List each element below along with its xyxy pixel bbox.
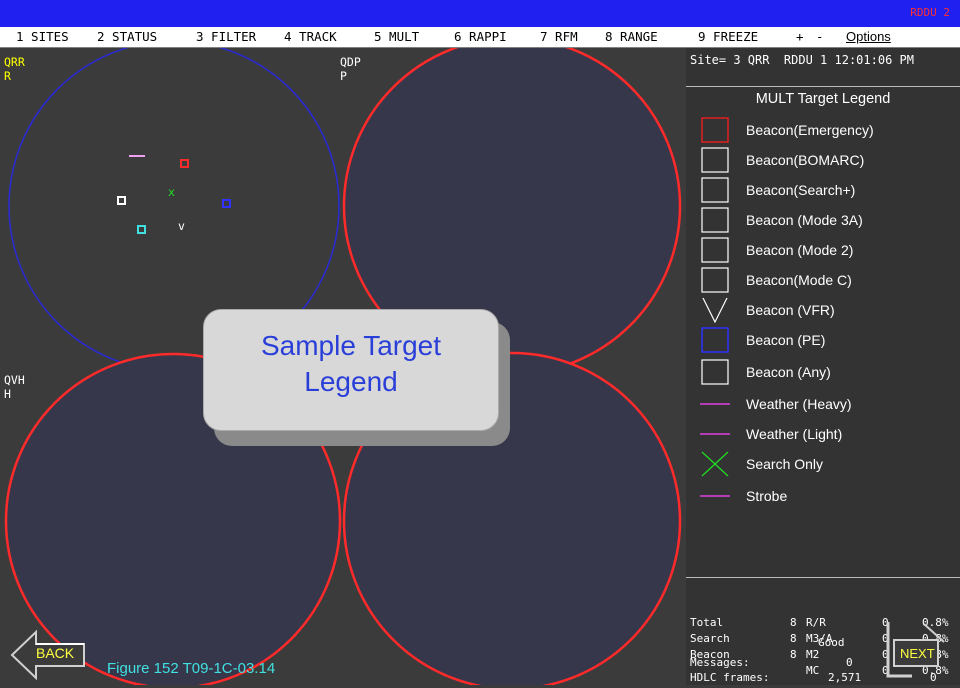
legend-item: Beacon (Any) bbox=[700, 359, 950, 387]
mode-2-symbol-icon bbox=[701, 237, 729, 263]
site-sub-qdp: P bbox=[340, 69, 347, 83]
site-label-qdp[interactable]: QDP bbox=[340, 56, 361, 69]
vfr-symbol-icon bbox=[702, 297, 728, 323]
stat-mode-mc: MC bbox=[806, 664, 820, 677]
weather-light-symbol-icon bbox=[700, 433, 730, 435]
site-label-qvh[interactable]: QVH bbox=[4, 374, 25, 387]
figure-caption: Figure 152 T09-1C-03.14 bbox=[107, 660, 276, 677]
legend-item: Search Only bbox=[700, 451, 950, 479]
site-status-line: Site= 3 QRR RDDU 1 12:01:06 PM bbox=[690, 53, 914, 67]
menu-range[interactable]: 8 RANGE bbox=[605, 29, 658, 44]
stat-label-total: Total bbox=[690, 616, 724, 629]
search-only-symbol-icon bbox=[701, 451, 729, 477]
vfr-target: v bbox=[178, 219, 185, 233]
legend-item: Weather (Heavy) bbox=[700, 391, 950, 419]
legend-label: Weather (Light) bbox=[746, 426, 843, 442]
search-only-target: x bbox=[168, 185, 175, 199]
callout-line-1: Sample Target bbox=[260, 330, 442, 361]
legend-item: Beacon (PE) bbox=[700, 327, 950, 355]
legend-item: Beacon(Search+) bbox=[700, 177, 950, 205]
legend-item: Beacon(Mode C) bbox=[700, 267, 950, 295]
hdlc-value: 2,571 bbox=[828, 671, 862, 684]
target-legend: MULT Target Legend Beacon(Emergency) Bea… bbox=[686, 87, 960, 578]
rddu-indicator: RDDU 2 bbox=[910, 6, 950, 19]
menu-filter[interactable]: 3 FILTER bbox=[196, 29, 256, 44]
emergency-symbol-icon bbox=[701, 117, 729, 143]
menu-options[interactable]: Options bbox=[846, 29, 891, 44]
legend-label: Beacon (Any) bbox=[746, 364, 831, 380]
pe-symbol-icon bbox=[701, 327, 729, 353]
stat-mode-m2: M2 bbox=[806, 648, 820, 661]
legend-label: Beacon (VFR) bbox=[746, 302, 835, 318]
legend-label: Beacon(Search+) bbox=[746, 182, 856, 198]
menu-options-label: Options bbox=[846, 29, 891, 44]
legend-item: Beacon (Mode 3A) bbox=[700, 207, 950, 235]
next-label: NEXT bbox=[900, 646, 935, 661]
legend-item: Beacon(BOMARC) bbox=[700, 147, 950, 175]
legend-label: Beacon (PE) bbox=[746, 332, 826, 348]
menu-freeze[interactable]: 9 FREEZE bbox=[698, 29, 758, 44]
menu-rappi[interactable]: 6 RAPPI bbox=[454, 29, 507, 44]
legend-title: MULT Target Legend bbox=[755, 91, 891, 107]
legend-label: Beacon(Mode C) bbox=[746, 272, 852, 288]
search-plus-symbol-icon bbox=[701, 177, 729, 203]
menu-bar: 1 SITES 2 STATUS 3 FILTER 4 TRACK 5 MULT… bbox=[0, 27, 960, 48]
messages-value: 0 bbox=[846, 656, 853, 669]
stat-count-search: 8 bbox=[790, 632, 797, 645]
menu-track[interactable]: 4 TRACK bbox=[284, 29, 337, 44]
next-button[interactable]: NEXT bbox=[884, 618, 948, 684]
any-symbol-icon bbox=[701, 359, 729, 385]
link-quality: Good bbox=[818, 636, 845, 649]
legend-label: Beacon(BOMARC) bbox=[746, 152, 865, 168]
site-header: Site= 3 QRR RDDU 1 12:01:06 PM bbox=[686, 48, 960, 87]
messages-label: Messages: bbox=[690, 656, 750, 669]
menu-status[interactable]: 2 STATUS bbox=[97, 29, 157, 44]
bomarc-symbol-icon bbox=[701, 147, 729, 173]
back-button[interactable]: BACK bbox=[10, 628, 90, 682]
mode-3a-symbol-icon bbox=[701, 207, 729, 233]
menu-zoom-in[interactable]: + bbox=[796, 29, 804, 44]
legend-label: Strobe bbox=[746, 488, 788, 504]
weather-heavy-symbol-icon bbox=[700, 403, 730, 405]
legend-item: Weather (Light) bbox=[700, 421, 950, 449]
stat-mode-rr: R/R bbox=[806, 616, 826, 629]
legend-item: Strobe bbox=[700, 483, 950, 511]
legend-item: Beacon (VFR) bbox=[700, 297, 950, 325]
title-bar: RDDU 2 bbox=[0, 0, 960, 27]
menu-rfm[interactable]: 7 RFM bbox=[540, 29, 578, 44]
sample-legend-callout: Sample Target Legend bbox=[203, 309, 499, 431]
stat-count-total: 8 bbox=[790, 616, 797, 629]
stat-label-search: Search bbox=[690, 632, 730, 645]
hdlc-label: HDLC frames: bbox=[690, 671, 770, 684]
legend-item: Beacon(Emergency) bbox=[700, 117, 950, 145]
mode-c-symbol-icon bbox=[701, 267, 729, 293]
strobe-symbol-icon bbox=[700, 495, 730, 497]
back-label: BACK bbox=[36, 645, 75, 661]
menu-sites[interactable]: 1 SITES bbox=[16, 29, 69, 44]
legend-label: Search Only bbox=[746, 456, 824, 472]
legend-label: Beacon(Emergency) bbox=[746, 122, 874, 138]
legend-item: Beacon (Mode 2) bbox=[700, 237, 950, 265]
legend-label: Beacon (Mode 3A) bbox=[746, 212, 863, 228]
right-panel: Site= 3 QRR RDDU 1 12:01:06 PM MULT Targ… bbox=[686, 48, 960, 685]
stat-count-beacon: 8 bbox=[790, 648, 797, 661]
legend-label: Weather (Heavy) bbox=[746, 396, 852, 412]
callout-line-2: Legend bbox=[304, 366, 398, 397]
menu-mult[interactable]: 5 MULT bbox=[374, 29, 419, 44]
legend-label: Beacon (Mode 2) bbox=[746, 242, 854, 258]
site-sub-qrr: R bbox=[4, 69, 11, 83]
menu-zoom-out[interactable]: - bbox=[816, 29, 824, 44]
site-sub-qvh: H bbox=[4, 387, 11, 401]
site-label-qrr[interactable]: QRR bbox=[4, 56, 25, 69]
